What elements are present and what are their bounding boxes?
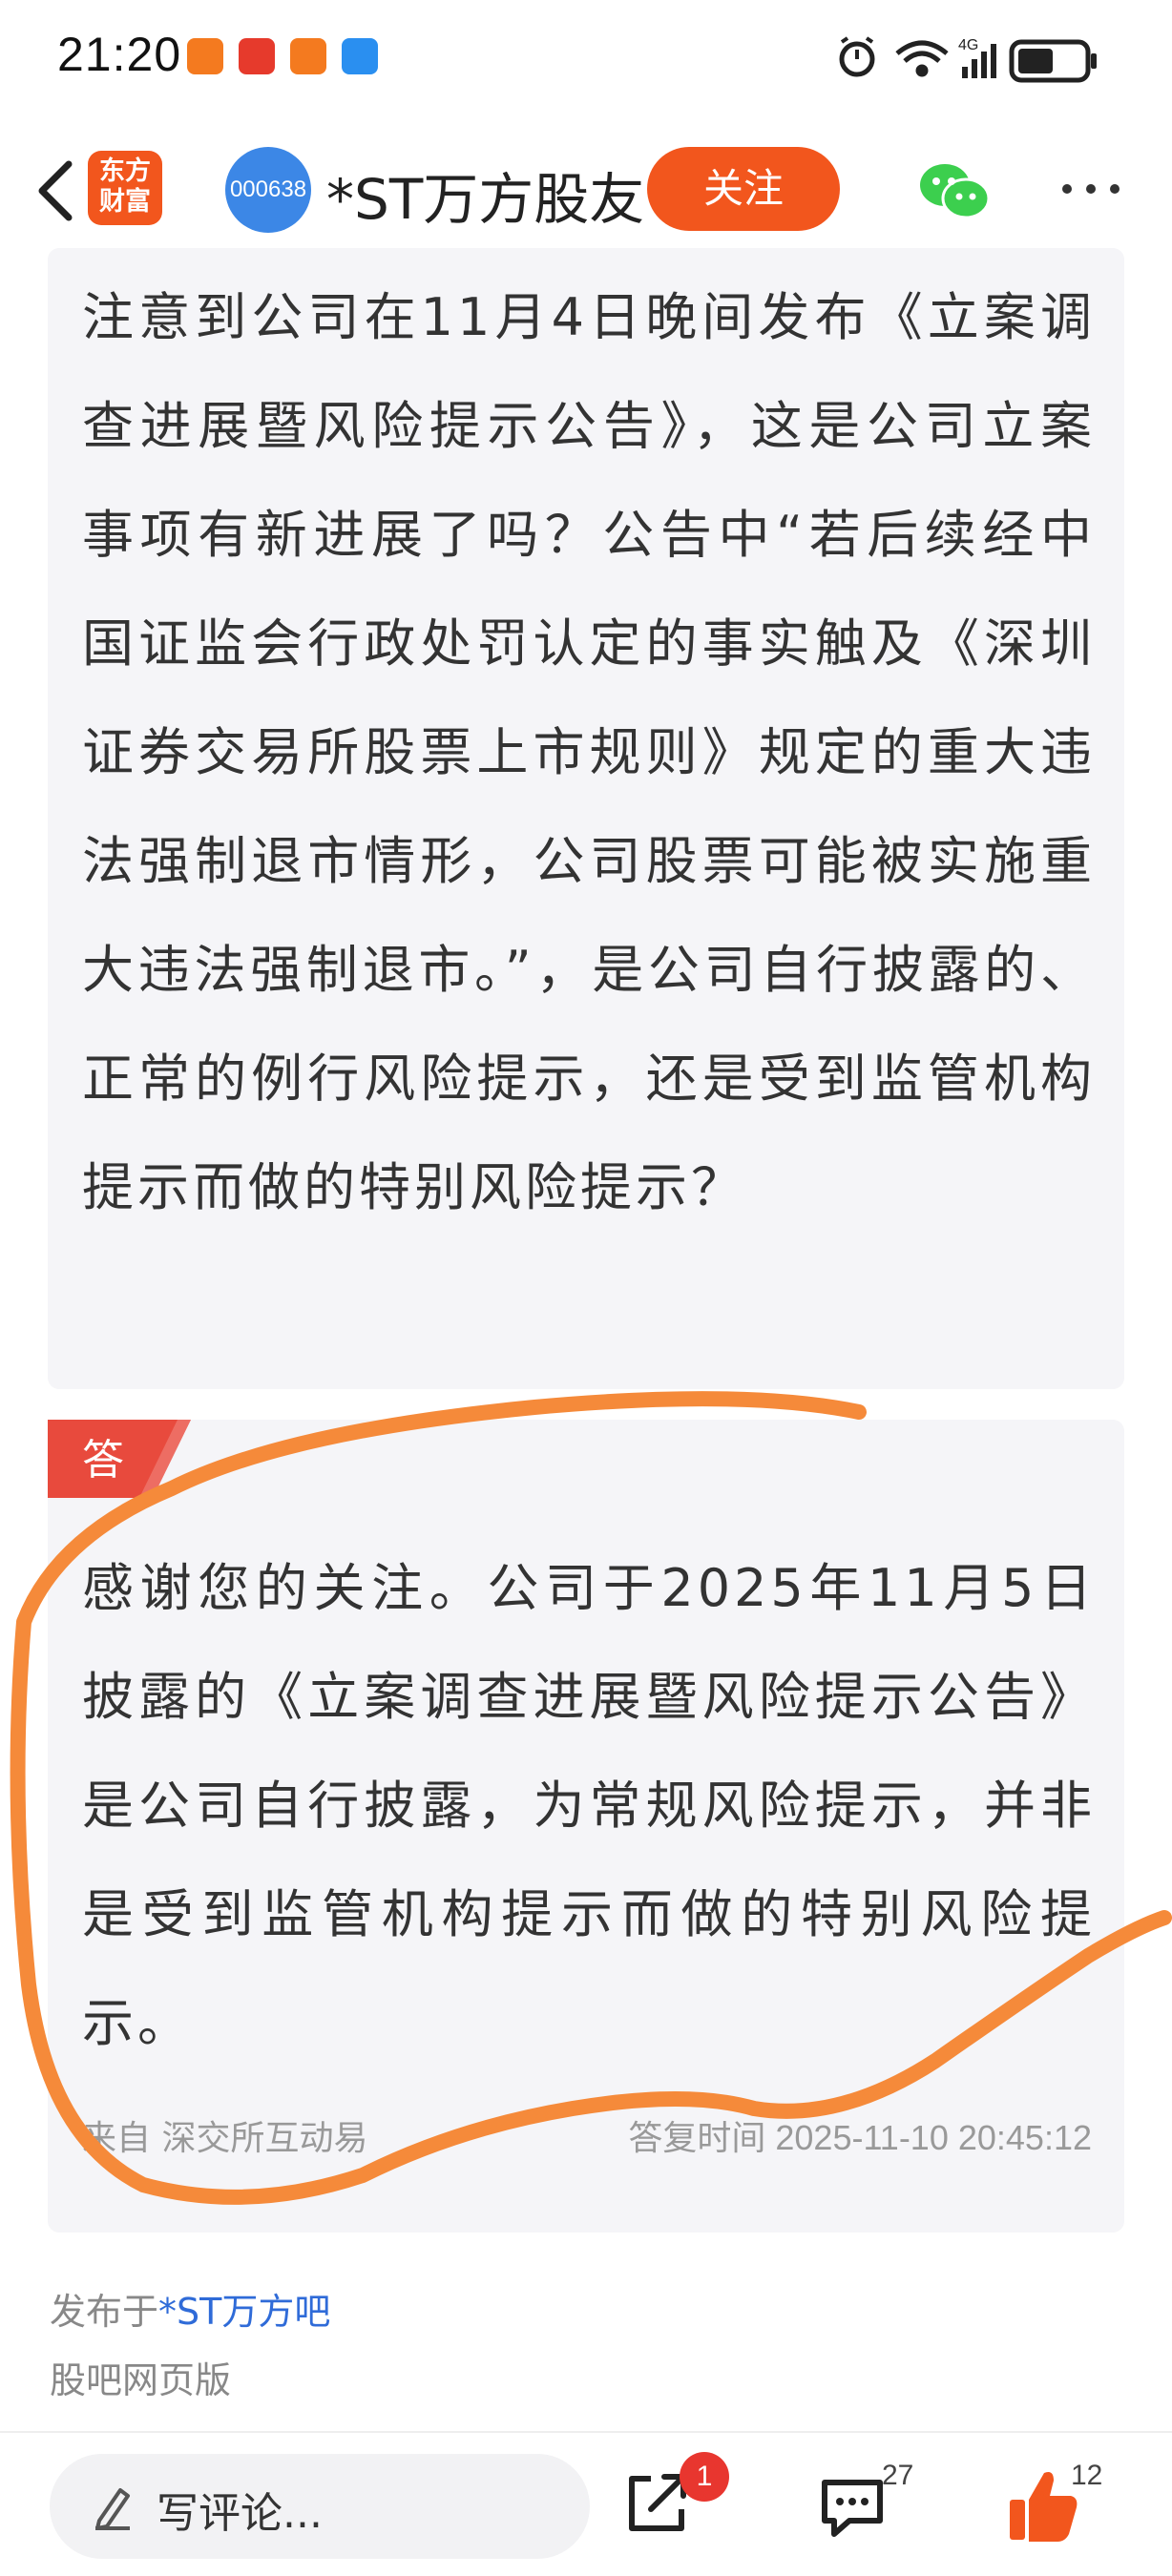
page-title[interactable]: *ST万方股友 — [326, 155, 644, 235]
like-count: 12 — [1071, 2460, 1103, 2491]
logo-text-line1: 东方 — [99, 156, 151, 186]
web-version-link[interactable]: 股吧网页版 — [50, 2351, 231, 2403]
posted-prefix: 发布于 — [50, 2291, 159, 2333]
notification-app-icon — [290, 38, 326, 74]
notification-app-icon — [187, 38, 223, 74]
status-time: 21:20 — [57, 28, 182, 81]
comment-count: 27 — [882, 2460, 914, 2491]
divider — [0, 2431, 1172, 2433]
comment-input[interactable]: 写评论... — [50, 2454, 590, 2559]
forum-link[interactable]: *ST万方吧 — [158, 2291, 330, 2333]
answer-source: 来自 深交所互动易 — [82, 2119, 368, 2158]
battery-icon — [1009, 39, 1097, 83]
share-notification-badge: 1 — [680, 2452, 729, 2502]
nav-bar: 东方 财富 000638 *ST万方股友 关注 — [0, 134, 1172, 248]
pencil-icon — [95, 2488, 130, 2530]
alarm-icon — [839, 36, 875, 77]
more-options-icon[interactable] — [1057, 179, 1124, 198]
follow-button[interactable]: 关注 — [647, 147, 840, 231]
answer-badge-label: 答 — [82, 1436, 124, 1485]
app-logo[interactable]: 东方 财富 — [88, 151, 162, 225]
wifi-icon — [895, 40, 949, 77]
stock-avatar[interactable]: 000638 — [225, 147, 311, 233]
comment-icon[interactable] — [817, 2475, 888, 2540]
answer-text: 感谢您的关注。公司于2025年11月5日披露的《立案调查进展暨风险提示公告》是公… — [82, 1558, 1096, 2053]
status-bar: 21:20 4G — [0, 0, 1172, 114]
svg-text:4G: 4G — [958, 37, 978, 53]
notification-app-icon — [239, 38, 275, 74]
question-text: 注意到公司在11月4日晚间发布《立案调查进展暨风险提示公告》，这是公司立案事项有… — [82, 287, 1096, 1217]
signal-icon: 4G — [958, 37, 996, 78]
back-arrow-icon[interactable] — [29, 153, 86, 229]
comment-placeholder: 写评论... — [157, 2489, 323, 2538]
wechat-share-icon[interactable] — [918, 160, 991, 221]
like-thumb-icon[interactable] — [1006, 2467, 1080, 2544]
weather-app-icon — [342, 38, 378, 74]
status-icons: 4G — [839, 36, 1097, 83]
posted-in: 发布于*ST万方吧 — [50, 2282, 330, 2335]
logo-text-line2: 财富 — [99, 187, 151, 217]
reply-time: 答复时间 2025-11-10 20:45:12 — [628, 2118, 1092, 2157]
